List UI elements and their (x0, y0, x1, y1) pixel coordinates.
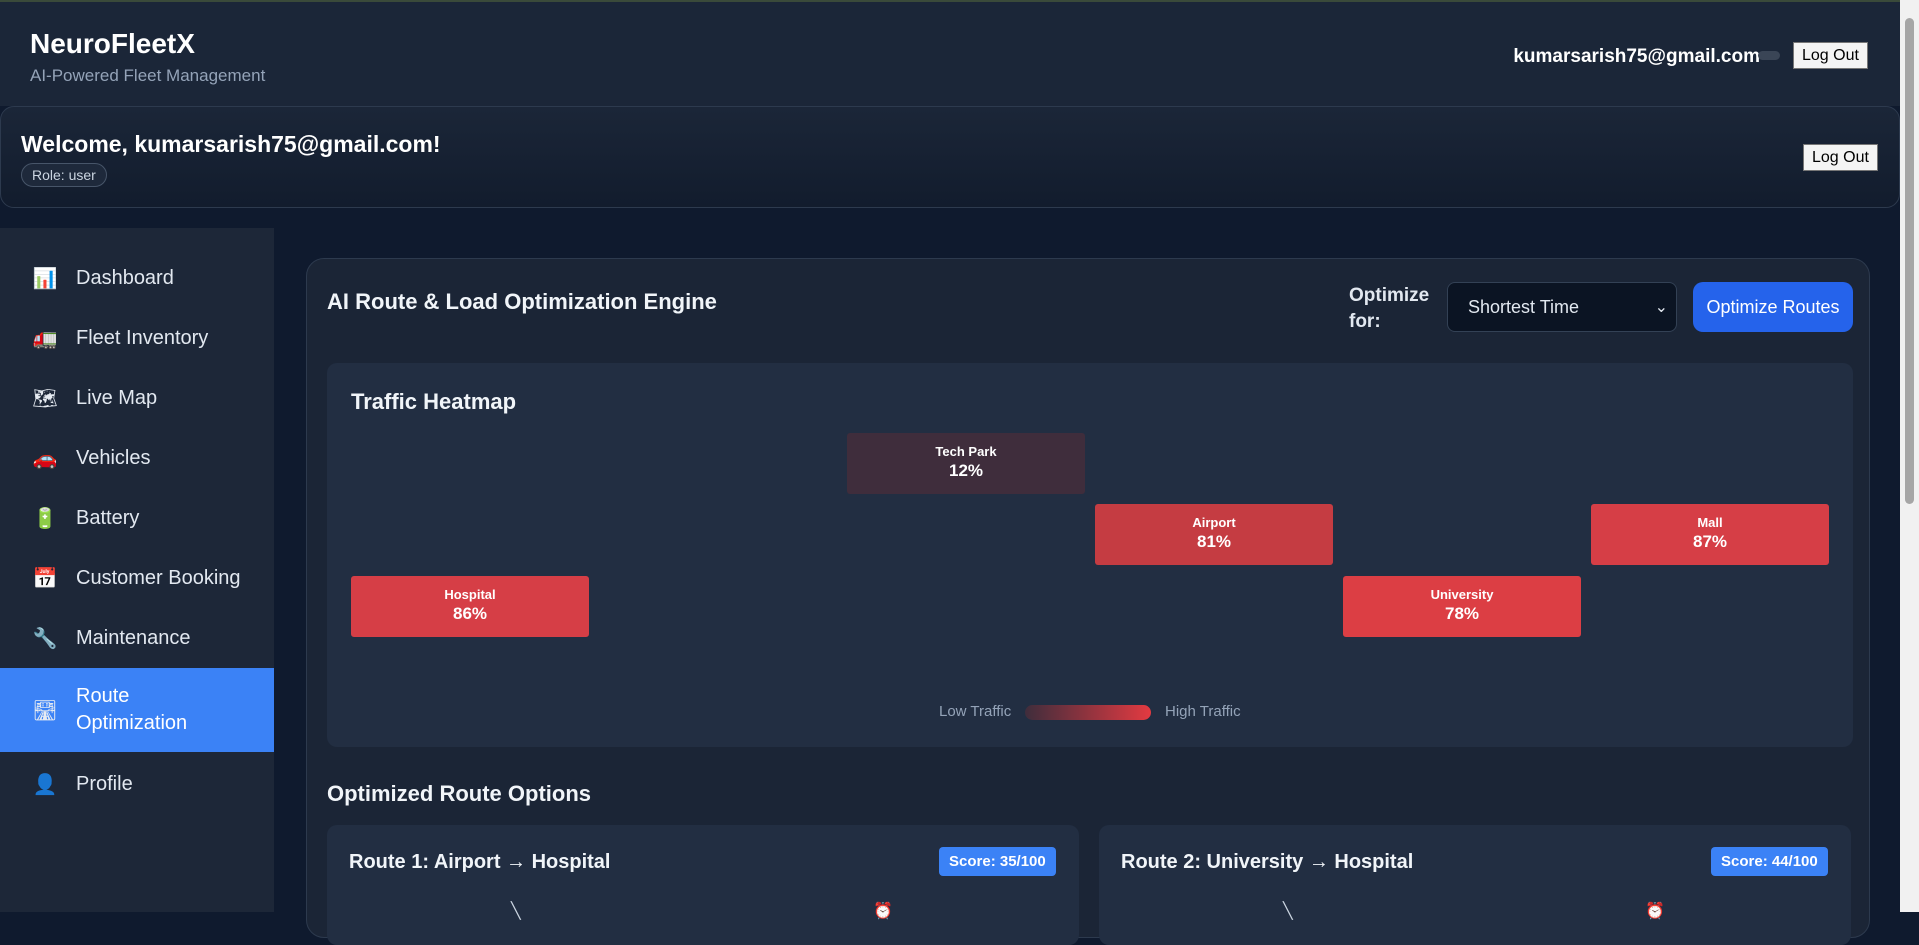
sidebar-item-label: Dashboard (76, 266, 174, 289)
role-badge: Role: user (21, 163, 107, 187)
cell-name: Hospital (444, 587, 496, 602)
sidebar-item-label: Battery (76, 506, 140, 529)
optimization-engine-card: AI Route & Load Optimization Engine Opti… (306, 258, 1870, 945)
sidebar-item-label: Fleet Inventory (76, 326, 209, 349)
battery-icon: 🔋 (32, 507, 58, 530)
route-options-title: Optimized Route Options (327, 781, 591, 806)
welcome-logout-button[interactable]: Log Out (1803, 144, 1878, 171)
chevron-down-icon: ⌄ (1654, 299, 1668, 316)
sidebar-item-fleet-inventory[interactable]: 🚛 Fleet Inventory (0, 308, 274, 368)
heatmap-cell-hospital[interactable]: Hospital 86% (351, 576, 589, 637)
alarm-clock-icon: ⏰ (1645, 903, 1665, 920)
legend-high-label: High Traffic (1165, 703, 1241, 720)
sidebar-item-maintenance[interactable]: 🔧 Maintenance (0, 608, 274, 668)
route-card-1[interactable]: Route 1: Airport → Hospital Score: 35/10… (327, 825, 1079, 945)
cell-percent: 81% (1196, 532, 1232, 551)
sidebar-item-label: Live Map (76, 386, 158, 409)
sidebar: 📊 Dashboard 🚛 Fleet Inventory 🗺 Live Map… (0, 228, 274, 912)
optimize-for-value: Shortest Time (1468, 296, 1580, 317)
route-name: Route 2: University → Hospital (1121, 851, 1414, 873)
cell-name: Mall (1697, 515, 1723, 530)
cell-percent: 12% (948, 461, 984, 480)
sidebar-item-label: Route Optimization (76, 685, 188, 734)
calendar-icon: 📅 (32, 567, 58, 590)
heatmap-cell-mall[interactable]: Mall 87% (1591, 504, 1829, 565)
sidebar-item-dashboard[interactable]: 📊 Dashboard (0, 248, 274, 308)
engine-title: AI Route & Load Optimization Engine (327, 289, 717, 314)
bar-chart-icon: 📊 (32, 267, 58, 290)
cell-name: Airport (1192, 515, 1236, 530)
sidebar-item-profile[interactable]: 👤 Profile (0, 754, 274, 814)
user-icon: 👤 (32, 773, 58, 796)
road-icon: ╲ (511, 903, 521, 920)
car-icon: 🚗 (32, 447, 58, 470)
cell-name: University (1430, 587, 1494, 602)
sidebar-item-battery[interactable]: 🔋 Battery (0, 488, 274, 548)
user-email: kumarsarish75@gmail.com (1513, 46, 1760, 67)
scrollbar-thumb[interactable] (1905, 18, 1914, 504)
cell-percent: 86% (452, 604, 488, 623)
cell-percent: 87% (1692, 532, 1728, 551)
sidebar-item-vehicles[interactable]: 🚗 Vehicles (0, 428, 274, 488)
sidebar-item-customer-booking[interactable]: 📅 Customer Booking (0, 548, 274, 608)
sidebar-item-label: Customer Booking (76, 566, 241, 589)
wrench-icon: 🔧 (32, 627, 58, 650)
road-icon: 🛣 (32, 699, 58, 722)
alarm-clock-icon: ⏰ (873, 903, 893, 920)
sidebar-item-live-map[interactable]: 🗺 Live Map (0, 368, 274, 428)
route-name: Route 1: Airport → Hospital (349, 851, 611, 873)
road-icon: ╲ (1283, 903, 1293, 920)
map-icon: 🗺 (32, 387, 58, 410)
optimize-for-select[interactable]: Shortest Time ⌄ (1447, 282, 1677, 332)
top-bar: NeuroFleetX AI-Powered Fleet Management … (0, 0, 1900, 106)
legend-gradient-bar (1025, 705, 1151, 720)
main-content: AI Route & Load Optimization Engine Opti… (274, 228, 1900, 945)
truck-icon: 🚛 (32, 327, 58, 350)
optimize-routes-button[interactable]: Optimize Routes (1693, 282, 1853, 332)
sidebar-item-label: Profile (76, 772, 133, 795)
sidebar-item-route-optimization[interactable]: 🛣 Route Optimization (0, 668, 274, 752)
welcome-title: Welcome, kumarsarish75@gmail.com! (21, 131, 441, 157)
legend-low-label: Low Traffic (939, 703, 1012, 720)
route-card-2[interactable]: Route 2: University → Hospital Score: 44… (1099, 825, 1851, 945)
sidebar-item-label: Vehicles (76, 446, 151, 469)
sidebar-item-label: Maintenance (76, 626, 191, 649)
heatmap-cell-tech-park[interactable]: Tech Park 12% (847, 433, 1085, 494)
score-badge: Score: 35/100 (939, 847, 1056, 876)
heatmap-title: Traffic Heatmap (351, 389, 517, 414)
score-badge: Score: 44/100 (1711, 847, 1828, 876)
welcome-banner: Welcome, kumarsarish75@gmail.com! Role: … (0, 106, 1900, 208)
theme-toggle[interactable] (1758, 51, 1780, 60)
optimize-for-label: Optimize for: (1349, 285, 1430, 332)
cell-name: Tech Park (935, 444, 997, 459)
traffic-heatmap: Traffic Heatmap Tech Park 12% Airport 81… (327, 363, 1853, 747)
app-title: NeuroFleetX (30, 28, 195, 59)
app-subtitle: AI-Powered Fleet Management (30, 66, 266, 85)
cell-percent: 78% (1444, 604, 1480, 623)
heatmap-cell-university[interactable]: University 78% (1343, 576, 1581, 637)
header-logout-button[interactable]: Log Out (1793, 42, 1868, 69)
heatmap-cell-airport[interactable]: Airport 81% (1095, 504, 1333, 565)
